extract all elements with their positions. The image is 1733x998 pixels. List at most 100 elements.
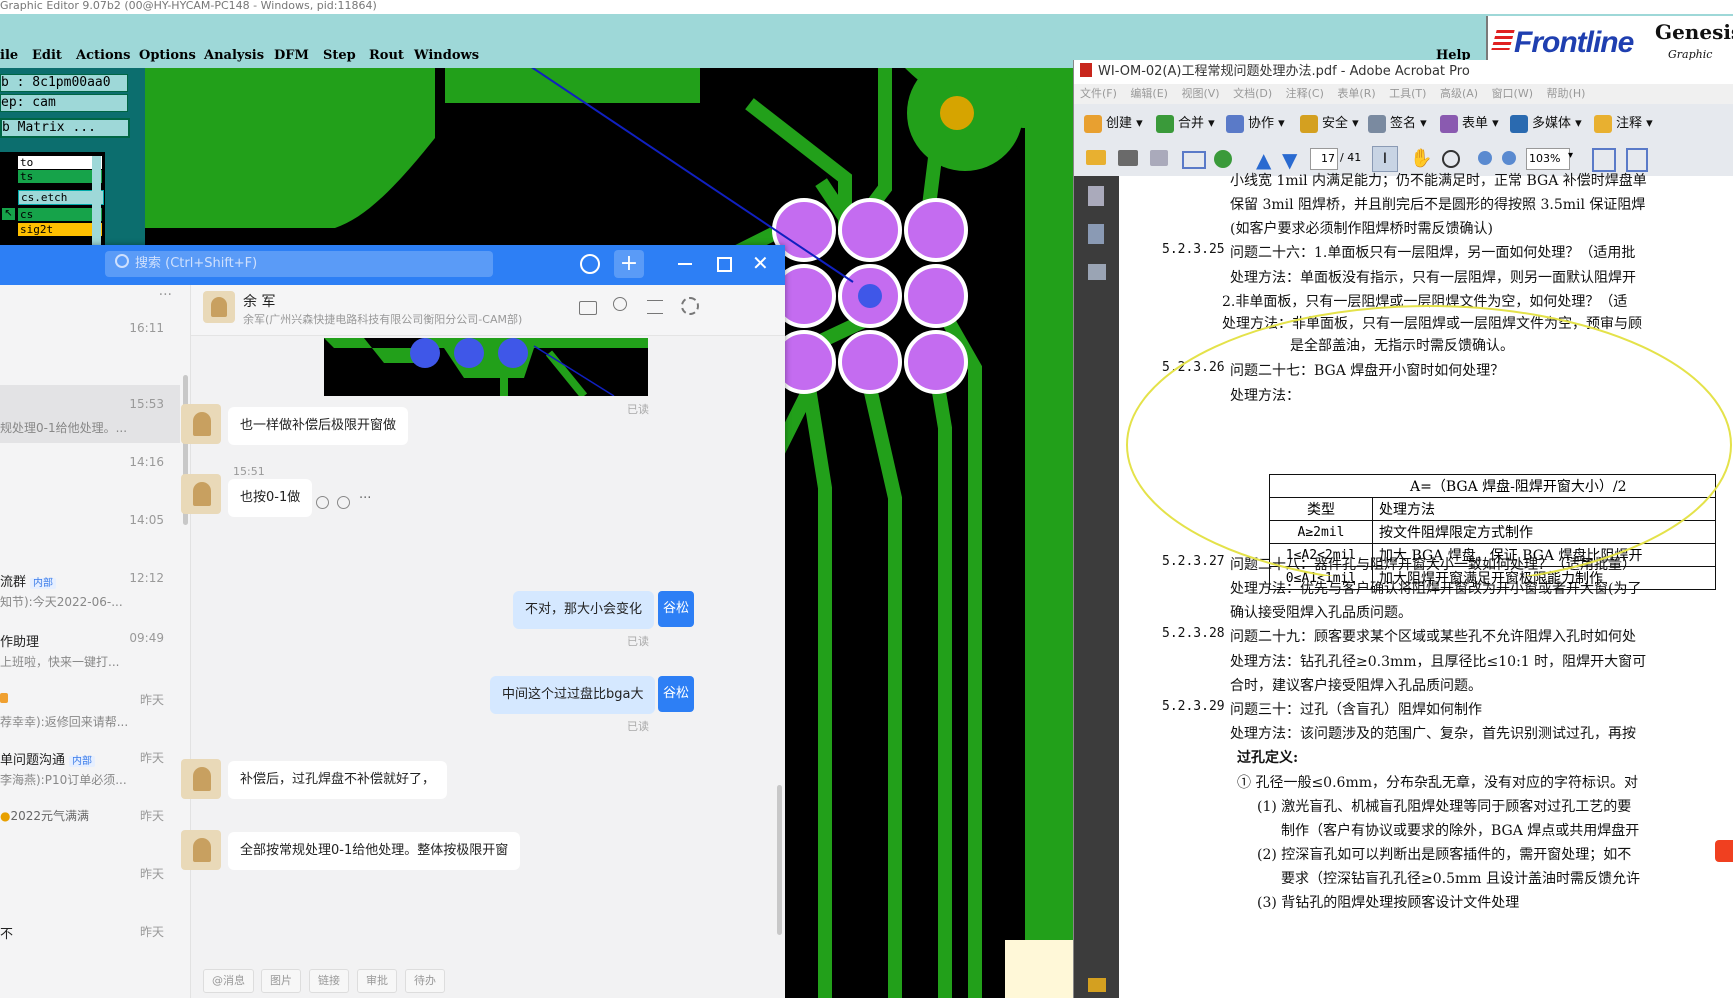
add-icon[interactable]: + (614, 250, 644, 278)
contact-avatar[interactable] (203, 291, 235, 323)
conversation-item[interactable]: 14:16 (0, 445, 180, 503)
reply-icon[interactable] (337, 496, 350, 509)
layer-ts[interactable]: ts (18, 170, 102, 183)
todo-button[interactable]: 待办 (405, 969, 445, 993)
layer-scrollbar[interactable] (92, 156, 101, 246)
my-avatar[interactable]: 谷松 (658, 676, 694, 712)
page-down-icon[interactable]: ▼ (1282, 148, 1297, 172)
bookmarks-icon[interactable] (1088, 224, 1104, 244)
acro-menu-edit[interactable]: 编辑(E) (1130, 87, 1168, 100)
signatures-icon[interactable] (1088, 264, 1106, 280)
chat-scrollbar[interactable] (777, 785, 782, 935)
minimize-icon[interactable] (678, 263, 692, 265)
zoom-level-select[interactable]: 103% (1526, 148, 1570, 170)
sync-icon[interactable] (1214, 150, 1232, 168)
conversation-item[interactable]: 不 昨天 (0, 909, 180, 967)
page-number-input[interactable]: 17 (1310, 148, 1338, 170)
combine-button[interactable]: 合并 ▾ (1156, 112, 1215, 133)
conversation-item[interactable]: 16:11 (0, 305, 180, 365)
menu-windows[interactable]: Windows (414, 48, 479, 63)
select-tool-icon[interactable]: I (1372, 146, 1398, 172)
menu-analysis[interactable]: Analysis (204, 48, 264, 63)
approval-button[interactable]: 审批 (357, 969, 397, 993)
menu-step[interactable]: Step (323, 48, 356, 63)
step-field[interactable]: ep: cam (0, 94, 128, 112)
zoom-tool-icon[interactable] (1442, 150, 1460, 168)
job-field[interactable]: b : 8c1pm00aa0 (0, 74, 128, 92)
pages-icon[interactable] (1088, 186, 1104, 206)
sender-avatar[interactable] (181, 404, 221, 444)
acro-menu-view[interactable]: 视图(V) (1181, 87, 1219, 100)
layer-to[interactable]: to↵ (18, 156, 102, 169)
message-bubble[interactable]: 补偿后，过孔焊盘不补偿就好了， (228, 761, 448, 799)
message-bubble[interactable]: 也一样做补偿后极限开窗做 (228, 407, 409, 445)
search-history-icon[interactable] (647, 300, 663, 314)
multimedia-button[interactable]: 多媒体 ▾ (1510, 112, 1582, 133)
floating-badge-icon[interactable] (1715, 840, 1733, 862)
history-icon[interactable] (580, 254, 600, 274)
message-bubble[interactable]: 全部按常规处理0-1给他处理。整体按极限开窗 (228, 832, 521, 870)
job-matrix-button[interactable]: b Matrix ... (0, 118, 130, 138)
sign-button[interactable]: 签名 ▾ (1368, 112, 1427, 133)
attachments-icon[interactable] (1088, 978, 1106, 992)
link-button[interactable]: 链接 (309, 969, 349, 993)
conversation-item-selected[interactable]: 15:53 规处理0-1给他处理。... (0, 385, 180, 443)
conversation-item[interactable]: 昨天 (0, 851, 180, 909)
my-avatar[interactable]: 谷松 (658, 591, 694, 627)
sender-avatar[interactable] (181, 474, 221, 514)
print-icon[interactable] (1118, 150, 1138, 166)
create-button[interactable]: 创建 ▾ (1084, 112, 1143, 133)
message-bubble-mine[interactable]: 不对，那大小会变化 (513, 591, 655, 629)
folder-icon[interactable] (579, 301, 597, 315)
collaborate-button[interactable]: 协作 ▾ (1226, 112, 1285, 133)
acro-menu-comments[interactable]: 注释(C) (1286, 87, 1324, 100)
acro-menu-file[interactable]: 文件(F) (1080, 87, 1117, 100)
sender-avatar[interactable] (181, 759, 221, 799)
list-more-button[interactable]: ··· (159, 287, 172, 303)
save-icon[interactable] (1150, 150, 1168, 166)
menu-file[interactable]: ile (0, 48, 18, 63)
maximize-icon[interactable] (717, 257, 732, 272)
acro-menu-forms[interactable]: 表单(R) (1337, 87, 1375, 100)
menu-dfm[interactable]: DFM (274, 48, 309, 63)
conversation-item[interactable]: 14:05 (0, 503, 180, 561)
conversation-item[interactable]: 流群 内部 12:12 知节):今天2022-06-... (0, 561, 180, 619)
email-icon[interactable] (1182, 151, 1206, 169)
conversation-item[interactable]: 昨天 荐幸幸):返修回来请帮... (0, 677, 180, 735)
menu-actions[interactable]: Actions (76, 48, 130, 63)
forms-button[interactable]: 表单 ▾ (1440, 112, 1499, 133)
open-folder-icon[interactable] (1086, 150, 1106, 165)
conversation-item[interactable]: ●2022元气满满 昨天 (0, 793, 180, 851)
acro-menu-help[interactable]: 帮助(H) (1547, 87, 1586, 100)
acro-menu-tools[interactable]: 工具(T) (1389, 87, 1426, 100)
shared-image[interactable] (324, 338, 648, 396)
comment-button[interactable]: 注释 ▾ (1594, 112, 1653, 133)
image-button[interactable]: 图片 (261, 969, 301, 993)
message-bubble[interactable]: 也按0-1做 (228, 479, 313, 517)
zoom-in-icon[interactable] (1502, 151, 1516, 165)
fit-page-icon[interactable] (1626, 148, 1648, 172)
menu-options[interactable]: Options (139, 48, 196, 63)
more-icon[interactable]: ··· (359, 491, 371, 506)
page-up-icon[interactable]: ▲ (1256, 148, 1271, 172)
pdf-page[interactable]: 小线宽 1mil 内满足能力；仍不能满足时，正常 BGA 补偿时焊盘单 保留 3… (1119, 173, 1733, 998)
layer-sig2t[interactable]: sig2t (18, 223, 102, 236)
chat-search-input[interactable]: 搜索 (Ctrl+Shift+F) (105, 251, 493, 277)
fit-width-icon[interactable] (1592, 148, 1616, 172)
sender-avatar[interactable] (181, 830, 221, 870)
menu-edit[interactable]: Edit (32, 48, 62, 63)
gear-icon[interactable] (681, 297, 699, 315)
zoom-dropdown-icon[interactable]: ▾ (1568, 150, 1573, 161)
close-icon[interactable]: ✕ (752, 251, 769, 275)
reaction-icon[interactable] (316, 496, 329, 509)
secure-button[interactable]: 安全 ▾ (1300, 112, 1359, 133)
conversation-item[interactable]: 作助理 09:49 上班啦，快来一键打... (0, 619, 180, 677)
mention-button[interactable]: @消息 (203, 969, 254, 993)
conversation-item[interactable]: 单问题沟通 内部 昨天 李海燕):P10订单必须... (0, 735, 180, 793)
zoom-out-icon[interactable] (1478, 151, 1492, 165)
message-bubble-mine[interactable]: 中间这个过过盘比bga大 (490, 676, 656, 714)
acro-menu-advanced[interactable]: 高级(A) (1440, 87, 1478, 100)
hand-tool-icon[interactable]: ✋ (1410, 148, 1432, 169)
menu-rout[interactable]: Rout (369, 48, 404, 63)
add-member-icon[interactable] (613, 297, 627, 311)
